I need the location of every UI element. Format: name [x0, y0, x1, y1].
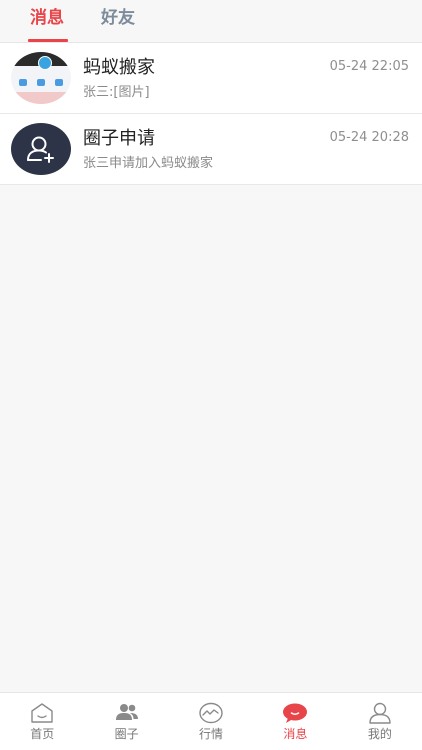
- active-tab-indicator: [28, 39, 68, 42]
- nav-circle[interactable]: 圈子: [84, 693, 168, 750]
- conversation-row-circle-request[interactable]: 圈子申请 张三申请加入蚂蚁搬家 05-24 20:28: [0, 114, 422, 185]
- nav-label: 行情: [199, 727, 224, 741]
- top-tabs: 消息 好友: [0, 0, 422, 43]
- conversation-preview: 张三:[图片]: [83, 85, 150, 100]
- screen: 消息 好友 蚂蚁搬家 张三:[图片] 05-24 22:05 圈子申请 张三申请…: [0, 0, 422, 750]
- avatar-thumbnail-dot-2: [37, 79, 45, 86]
- avatar-thumbnail-dot-1: [19, 79, 27, 86]
- nav-label: 消息: [283, 727, 308, 741]
- conversation-time: 05-24 20:28: [329, 130, 409, 145]
- nav-label: 我的: [367, 727, 392, 741]
- nav-market[interactable]: 行情: [169, 693, 253, 750]
- nav-home[interactable]: 首页: [0, 693, 84, 750]
- conversation-preview: 张三申请加入蚂蚁搬家: [83, 156, 214, 171]
- nav-profile[interactable]: 我的: [338, 693, 422, 750]
- nav-messages[interactable]: 消息: [253, 693, 337, 750]
- chat-bubble-icon: [283, 703, 308, 723]
- conversation-list: 蚂蚁搬家 张三:[图片] 05-24 22:05 圈子申请 张三申请加入蚂蚁搬家…: [0, 43, 422, 185]
- app-thumbnail-avatar: [11, 52, 71, 104]
- profile-icon: [369, 702, 391, 724]
- conversation-row-moving[interactable]: 蚂蚁搬家 张三:[图片] 05-24 22:05: [0, 43, 422, 114]
- group-icon: [115, 704, 138, 720]
- tab-messages[interactable]: 消息: [30, 6, 64, 30]
- tab-friends[interactable]: 好友: [101, 6, 135, 30]
- home-icon: [31, 703, 53, 723]
- add-user-icon: [27, 136, 54, 163]
- add-user-avatar: [11, 123, 71, 175]
- bottom-nav: 首页 圈子 行情 消息 我的: [0, 692, 422, 750]
- nav-label: 圈子: [114, 727, 139, 741]
- trend-icon: [199, 702, 223, 724]
- conversation-time: 05-24 22:05: [329, 59, 409, 74]
- conversation-title: 圈子申请: [83, 128, 155, 149]
- avatar-thumbnail-dot-3: [55, 79, 63, 86]
- nav-label: 首页: [30, 727, 55, 741]
- avatar-thumbnail-bar: [11, 92, 71, 104]
- conversation-title: 蚂蚁搬家: [83, 57, 155, 78]
- avatar-thumbnail-logo: [38, 56, 52, 70]
